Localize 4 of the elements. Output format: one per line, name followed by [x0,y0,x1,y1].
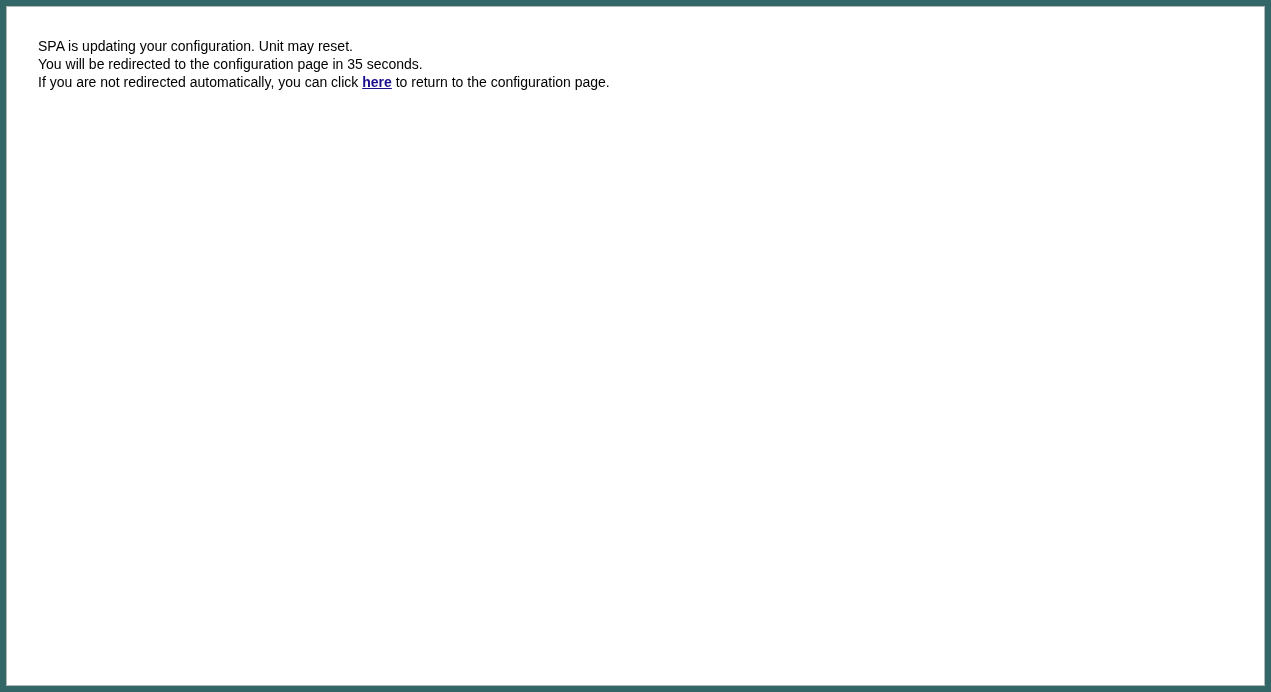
status-message: You will be redirected to the configuration page in 35 seconds. [38,55,423,73]
status-message: SPA is updating your configuration. Unit may reset. [38,37,353,55]
redirect-message: If you are not redirected automatically, you can click here to return to the configuration page. [38,73,610,91]
return-link[interactable]: here [362,74,392,90]
